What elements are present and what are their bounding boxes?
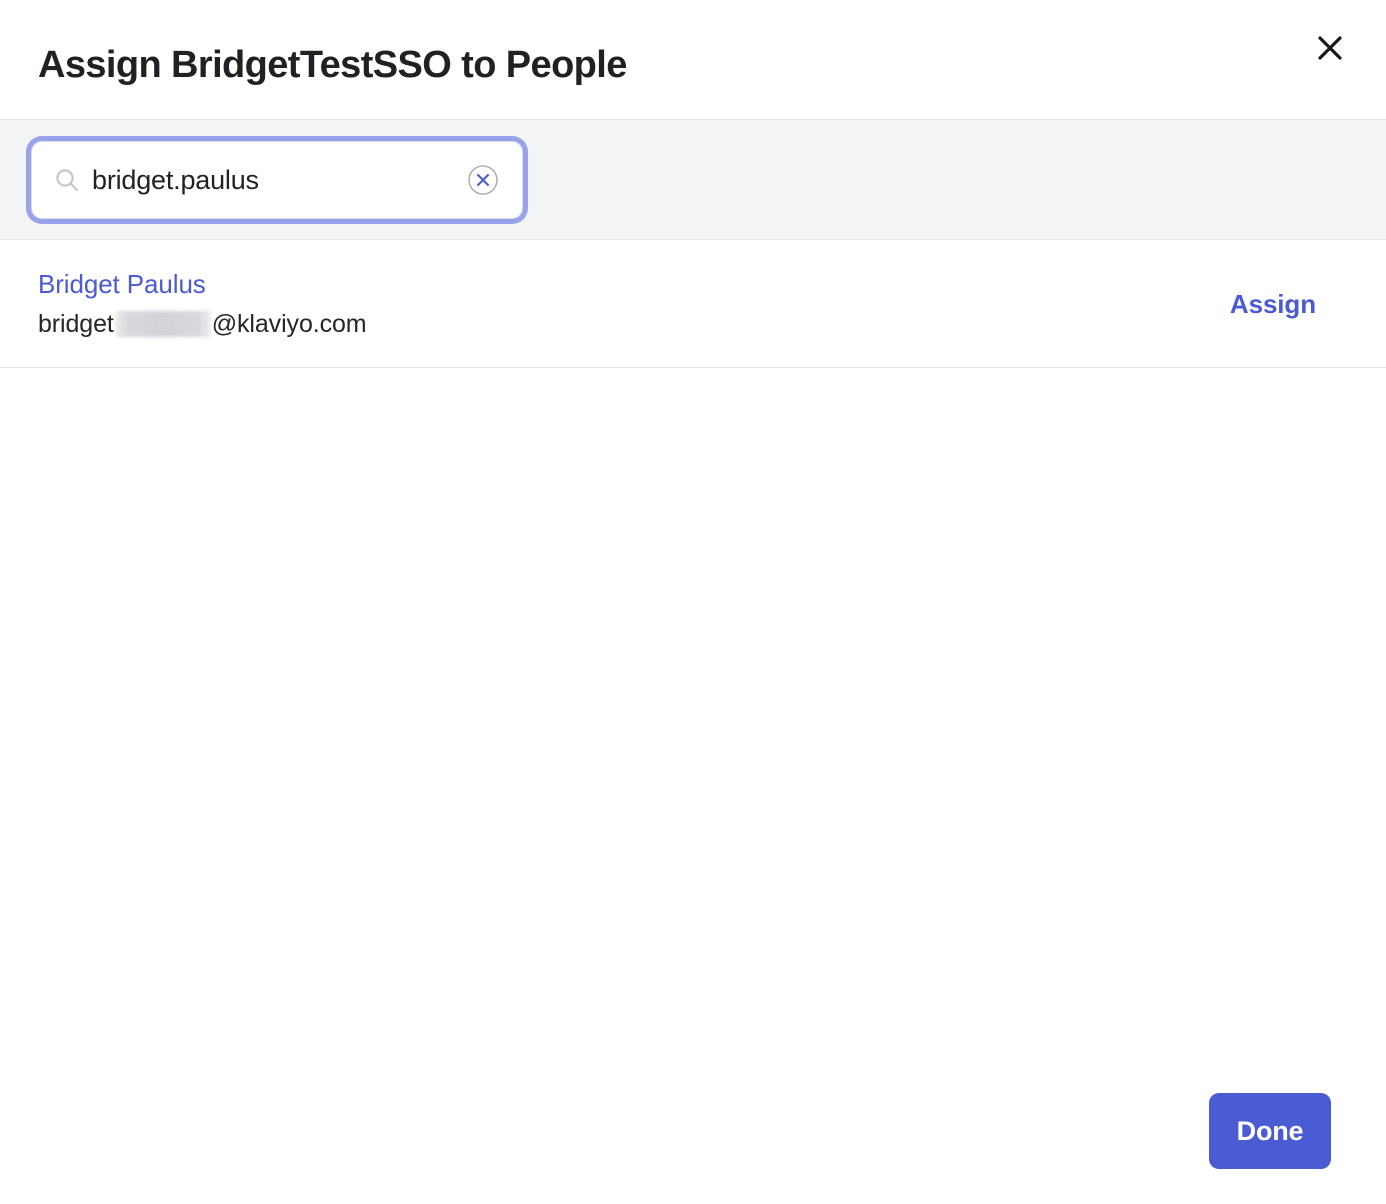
search-field[interactable]: [31, 141, 523, 219]
dialog-header: Assign BridgetTestSSO to People: [0, 0, 1386, 120]
assign-people-dialog: Assign BridgetTestSSO to People: [0, 0, 1386, 1204]
dialog-footer: Done: [0, 1058, 1386, 1204]
close-icon[interactable]: [1308, 26, 1352, 70]
list-item[interactable]: Bridget Paulus bridget @klaviyo.com Assig…: [0, 240, 1386, 368]
email-suffix: @klaviyo.com: [212, 309, 367, 339]
person-info: Bridget Paulus bridget @klaviyo.com: [38, 269, 367, 339]
done-button[interactable]: Done: [1209, 1093, 1331, 1169]
person-name-link[interactable]: Bridget Paulus: [38, 269, 367, 299]
search-section: [0, 120, 1386, 240]
email-prefix: bridget: [38, 309, 114, 339]
person-email: bridget @klaviyo.com: [38, 309, 367, 339]
results-list: Bridget Paulus bridget @klaviyo.com Assig…: [0, 240, 1386, 1058]
page-title: Assign BridgetTestSSO to People: [38, 42, 627, 88]
search-input[interactable]: [92, 164, 466, 196]
redacted-email-block: [115, 311, 211, 337]
search-icon: [52, 165, 82, 195]
clear-circle-x-icon[interactable]: [466, 163, 500, 197]
assign-button[interactable]: Assign: [1230, 289, 1316, 319]
